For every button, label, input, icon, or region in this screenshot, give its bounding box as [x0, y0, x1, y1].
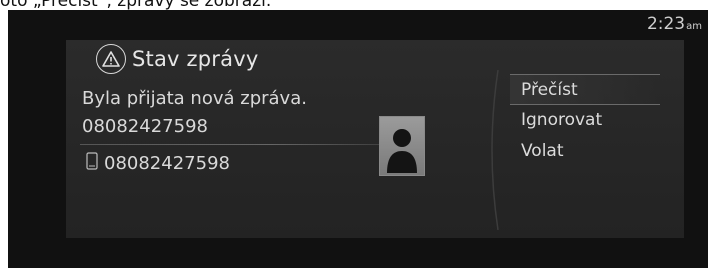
infotainment-screen: 2:23am Stav zprávy Byla přijata nová zpr… [8, 10, 708, 268]
menu-item-ignore[interactable]: Ignorovat [510, 105, 660, 136]
phone-row: 08082427598 [86, 152, 230, 174]
dialog-title: Stav zprávy [132, 47, 259, 71]
menu-item-read[interactable]: Přečíst [510, 74, 660, 105]
menu-separator-arc [491, 70, 499, 230]
action-menu: Přečíst Ignorovat Volat [510, 74, 660, 167]
dialog-header: Stav zprávy [96, 40, 258, 78]
clock-ampm: am [686, 21, 702, 32]
sender-number: 08082427598 [82, 116, 208, 137]
clock-time: 2:23 [646, 14, 686, 34]
phone-number: 08082427598 [104, 152, 230, 174]
menu-item-call[interactable]: Volat [510, 136, 660, 167]
message-status-dialog: Stav zprávy Byla přijata nová zpráva. 08… [66, 40, 684, 238]
message-text: Byla přijata nová zpráva. [82, 88, 307, 109]
divider [80, 144, 398, 145]
mobile-phone-icon [86, 152, 98, 174]
warning-triangle-icon [96, 44, 126, 74]
contact-avatar-icon [379, 116, 425, 176]
clock: 2:23am [647, 14, 702, 34]
